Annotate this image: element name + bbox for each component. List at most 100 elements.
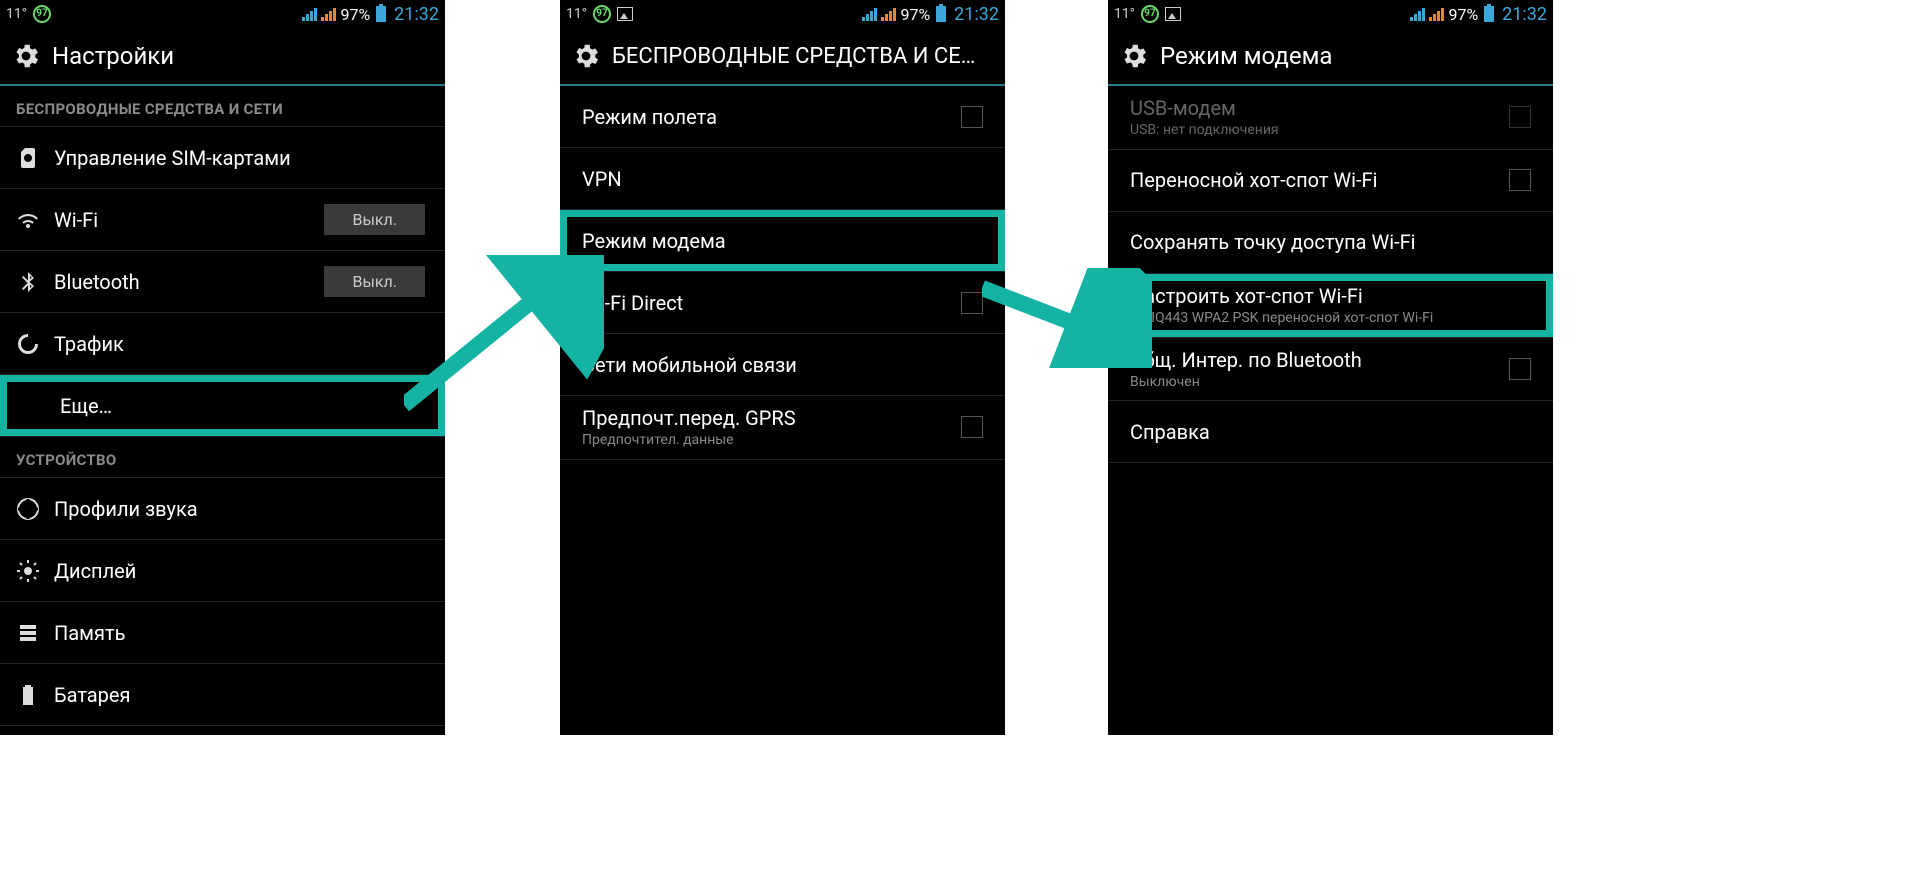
row-usb-tether: USB-модем USB: нет подключения	[1108, 86, 1553, 150]
row-keep-hotspot[interactable]: Сохранять точку доступа Wi-Fi	[1108, 212, 1553, 274]
wifi-icon	[16, 208, 54, 232]
storage-icon	[16, 621, 54, 645]
row-label: Дисплей	[54, 559, 421, 583]
row-storage[interactable]: Память	[0, 602, 445, 664]
signal-1-icon	[1410, 7, 1425, 21]
status-badge-icon: 97	[1141, 5, 1159, 23]
bt-share-checkbox[interactable]	[1509, 358, 1531, 380]
page-title: БЕСПРОВОДНЫЕ СРЕДСТВА И СЕ…	[612, 44, 975, 69]
status-temperature: 11°	[566, 6, 587, 22]
row-airplane-mode[interactable]: Режим полета	[560, 86, 1005, 148]
gprs-checkbox[interactable]	[961, 416, 983, 438]
row-mobile-networks[interactable]: Сети мобильной связи	[560, 334, 1005, 396]
row-tethering[interactable]: Режим модема	[560, 210, 1005, 272]
row-label: Еще…	[60, 394, 421, 418]
row-label: USB-модем	[1130, 96, 1501, 120]
wifi-toggle[interactable]: Выкл.	[324, 204, 425, 235]
row-sublabel: USB: нет подключения	[1130, 122, 1501, 139]
bluetooth-toggle[interactable]: Выкл.	[324, 266, 425, 297]
usb-checkbox	[1509, 106, 1531, 128]
row-display[interactable]: Дисплей	[0, 540, 445, 602]
wifi-direct-checkbox[interactable]	[961, 292, 983, 314]
row-sublabel: Выключен	[1130, 374, 1501, 391]
row-gprs-pref[interactable]: Предпочт.перед. GPRS Предпочтител. данны…	[560, 396, 1005, 460]
row-data-usage[interactable]: Трафик	[0, 313, 445, 375]
brightness-icon	[16, 559, 54, 583]
battery-icon	[936, 6, 946, 22]
row-wifi-direct[interactable]: Wi-Fi Direct	[560, 272, 1005, 334]
battery-percent: 97%	[340, 5, 370, 24]
screenshot-3-tethering: 11° 97 97% 21:32 Режим модема USB-модем …	[1108, 0, 1553, 735]
row-label: VPN	[582, 167, 981, 191]
page-title: Настройки	[52, 42, 174, 70]
row-bluetooth-share[interactable]: Общ. Интер. по Bluetooth Выключен	[1108, 338, 1553, 402]
page-title: Режим модема	[1160, 42, 1332, 70]
status-badge-icon: 97	[593, 5, 611, 23]
row-label: Память	[54, 621, 421, 645]
row-label: Bluetooth	[54, 270, 316, 294]
row-label: Сохранять точку доступа Wi-Fi	[1130, 230, 1529, 254]
airplane-checkbox[interactable]	[961, 106, 983, 128]
row-sublabel: Fly IQ443 WPA2 PSK переносной хот-спот W…	[1130, 310, 1529, 327]
row-label: Переносной хот-спот Wi-Fi	[1130, 168, 1501, 192]
status-badge-icon: 97	[33, 5, 51, 23]
row-sublabel: Предпочтител. данные	[582, 432, 953, 449]
row-label: Трафик	[54, 332, 421, 356]
row-label: Сети мобильной связи	[582, 353, 981, 377]
status-clock: 21:32	[954, 4, 999, 25]
hotspot-checkbox[interactable]	[1509, 169, 1531, 191]
row-label: Профили звука	[54, 497, 421, 521]
gear-icon	[10, 40, 42, 72]
signal-2-icon	[321, 7, 336, 21]
row-label: Режим модема	[582, 229, 981, 253]
row-sim-management[interactable]: Управление SIM-картами	[0, 127, 445, 189]
row-sound-profiles[interactable]: Профили звука	[0, 478, 445, 540]
battery-row-icon	[16, 683, 54, 707]
sim-icon	[16, 146, 54, 170]
battery-icon	[1484, 6, 1494, 22]
row-configure-hotspot[interactable]: Настроить хот-спот Wi-Fi Fly IQ443 WPA2 …	[1108, 274, 1553, 338]
app-bar: Настройки	[0, 28, 445, 86]
battery-icon	[376, 6, 386, 22]
row-label: Режим полета	[582, 105, 953, 129]
battery-percent: 97%	[1448, 5, 1478, 24]
battery-percent: 97%	[900, 5, 930, 24]
row-portable-hotspot[interactable]: Переносной хот-спот Wi-Fi	[1108, 150, 1553, 212]
row-help[interactable]: Справка	[1108, 401, 1553, 463]
row-wifi[interactable]: Wi-Fi Выкл.	[0, 189, 445, 251]
status-clock: 21:32	[394, 4, 439, 25]
row-label: Общ. Интер. по Bluetooth	[1130, 348, 1501, 372]
row-label: Батарея	[54, 683, 421, 707]
row-label: Предпочт.перед. GPRS	[582, 406, 953, 430]
row-battery[interactable]: Батарея	[0, 664, 445, 726]
sound-icon	[16, 497, 54, 521]
app-bar: Режим модема	[1108, 28, 1553, 86]
app-bar: БЕСПРОВОДНЫЕ СРЕДСТВА И СЕ…	[560, 28, 1005, 86]
gear-icon	[1118, 40, 1150, 72]
status-bar: 11° 97 97% 21:32	[0, 0, 445, 28]
signal-1-icon	[302, 7, 317, 21]
row-label: Настроить хот-спот Wi-Fi	[1130, 284, 1529, 308]
row-label: Wi-Fi Direct	[582, 291, 953, 315]
section-header-device: УСТРОЙСТВО	[0, 437, 445, 478]
data-usage-icon	[16, 332, 54, 356]
bluetooth-icon	[16, 270, 54, 294]
screenshot-2-wireless: 11° 97 97% 21:32 БЕСПРОВОДНЫЕ СРЕДСТВА И…	[560, 0, 1005, 735]
signal-1-icon	[862, 7, 877, 21]
status-temperature: 11°	[1114, 6, 1135, 22]
row-vpn[interactable]: VPN	[560, 148, 1005, 210]
screenshot-1-settings: 11° 97 97% 21:32 Настройки БЕСПРОВОДНЫЕ …	[0, 0, 445, 735]
section-header-wireless: БЕСПРОВОДНЫЕ СРЕДСТВА И СЕТИ	[0, 86, 445, 127]
status-bar: 11° 97 97% 21:32	[560, 0, 1005, 28]
status-clock: 21:32	[1502, 4, 1547, 25]
row-label: Wi-Fi	[54, 208, 316, 232]
row-more[interactable]: Еще…	[0, 375, 445, 437]
status-temperature: 11°	[6, 6, 27, 22]
row-bluetooth[interactable]: Bluetooth Выкл.	[0, 251, 445, 313]
gear-icon	[570, 40, 602, 72]
row-label: Справка	[1130, 420, 1529, 444]
screenshot-saved-icon	[617, 7, 633, 21]
signal-2-icon	[1429, 7, 1444, 21]
status-bar: 11° 97 97% 21:32	[1108, 0, 1553, 28]
signal-2-icon	[881, 7, 896, 21]
